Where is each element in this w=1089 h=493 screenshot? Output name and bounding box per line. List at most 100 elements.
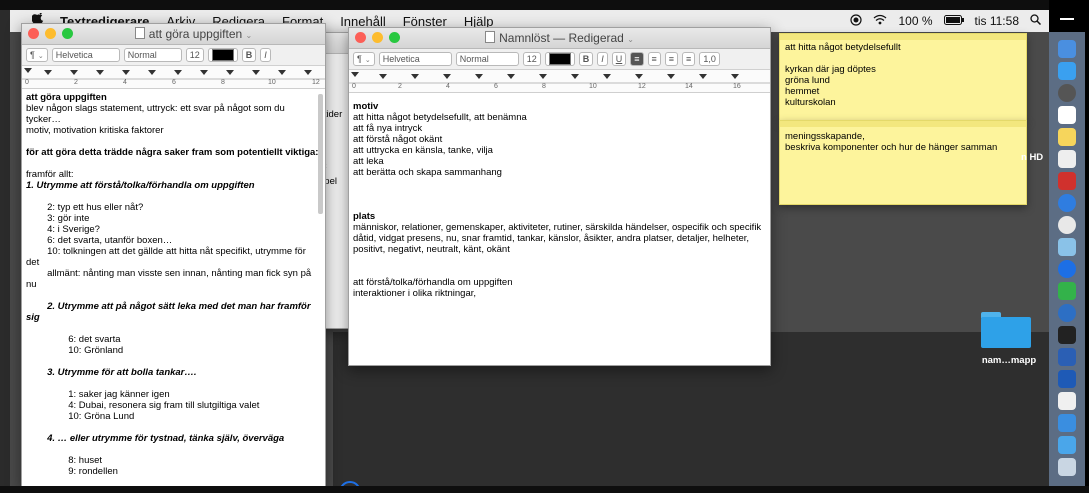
- menubar-clock[interactable]: tis 11:58: [975, 14, 1019, 28]
- battery-icon[interactable]: [943, 14, 964, 28]
- video-frame-top: [0, 0, 1089, 10]
- ruler-label: 12: [638, 83, 646, 90]
- folder-label[interactable]: nam…mapp: [974, 355, 1044, 366]
- text-line: framför allt:: [26, 169, 74, 180]
- hard-drive-label[interactable]: n HD: [1021, 152, 1043, 163]
- center-window-titlebar[interactable]: Namnlöst — Redigerad ⌄: [349, 28, 770, 49]
- ruler-label: 6: [494, 83, 498, 90]
- wifi-icon[interactable]: [873, 14, 887, 28]
- acrobat-icon[interactable]: [1058, 172, 1076, 190]
- italic-button[interactable]: I: [597, 52, 608, 66]
- minimize-icon[interactable]: [1060, 18, 1074, 20]
- finder-icon[interactable]: [1058, 40, 1076, 58]
- outlook-icon[interactable]: [1058, 370, 1076, 388]
- app-store-icon[interactable]: [1058, 62, 1076, 80]
- ruler-label: 10: [268, 79, 276, 86]
- center-document-window[interactable]: Namnlöst — Redigerad ⌄ ¶ ⌄ Helvetica Norm…: [348, 27, 771, 366]
- text-line: 6: det svarta, utanför boxen…: [26, 235, 173, 246]
- text-color-button[interactable]: [207, 48, 238, 62]
- italic-button[interactable]: I: [260, 48, 271, 62]
- chevron-down-icon: ⌄: [364, 57, 371, 64]
- magnifier-icon: [1030, 14, 1042, 26]
- battery-percent[interactable]: 100 %: [898, 14, 932, 28]
- document-text-area[interactable]: att göra uppgiften blev någon slags state…: [22, 89, 325, 486]
- folder-icon[interactable]: [981, 312, 1031, 348]
- window-title-text: Namnlöst — Redigerad: [499, 31, 624, 45]
- word-icon[interactable]: [1058, 348, 1076, 366]
- ruler[interactable]: 0 2 4 6 8 10 12 14 16: [349, 70, 770, 93]
- ruler-label: 4: [446, 83, 450, 90]
- chevron-down-icon[interactable]: ⌄: [246, 31, 253, 40]
- safari-icon[interactable]: [1058, 194, 1076, 212]
- bold-button[interactable]: B: [241, 48, 257, 62]
- text-line: 4: Dubai, resonera sig fram till slutgil…: [26, 400, 260, 411]
- justify-button[interactable]: ≡: [682, 52, 696, 66]
- text-line: att förstå något okänt: [353, 134, 443, 145]
- messages-icon[interactable]: [1058, 282, 1076, 300]
- text-line: 1. Utrymme att förstå/tolka/förhandla om…: [26, 180, 255, 191]
- bold-button[interactable]: B: [578, 52, 594, 66]
- sticky-note-text[interactable]: meningsskapande, beskriva komponenter oc…: [780, 127, 1026, 155]
- sticky-note-text[interactable]: att hitta något betydelsefullt kyrkan dä…: [780, 40, 1026, 110]
- ruler[interactable]: 0 2 4 6 8 10 12: [22, 66, 325, 89]
- text-line: att leka: [353, 156, 384, 167]
- text-line: interaktioner i olika riktningar,: [353, 288, 477, 299]
- text-line: att göra uppgiften: [26, 92, 107, 103]
- paragraph-style-button[interactable]: ¶ ⌄: [353, 52, 375, 66]
- folder-icon[interactable]: [1058, 414, 1076, 432]
- downloads-folder-icon[interactable]: [1058, 436, 1076, 454]
- scrollbar[interactable]: [318, 94, 323, 214]
- line-spacing-select[interactable]: 1,0: [699, 52, 720, 66]
- preview-icon[interactable]: [1058, 238, 1076, 256]
- font-size-select[interactable]: 12: [185, 48, 204, 62]
- chevron-down-icon[interactable]: ⌄: [627, 35, 634, 44]
- chevron-down-icon: ⌄: [37, 53, 44, 60]
- sticky-note[interactable]: meningsskapande, beskriva komponenter oc…: [779, 120, 1027, 205]
- document-text-area[interactable]: motiv att hitta något betydelsefullt, att…: [349, 93, 770, 302]
- folder-body: [981, 317, 1031, 348]
- system-app-icon[interactable]: [1058, 326, 1076, 344]
- ruler-label: 0: [25, 79, 29, 86]
- ruler-label: 8: [221, 79, 225, 86]
- left-document-window[interactable]: att göra uppgiften ⌄ ¶ ⌄ Helvetica Normal…: [21, 23, 326, 487]
- sticky-note[interactable]: att hitta något betydelsefullt kyrkan dä…: [779, 33, 1027, 121]
- ruler-label: 2: [398, 83, 402, 90]
- ruler-label: 12: [312, 79, 320, 86]
- left-window-titlebar[interactable]: att göra uppgiften ⌄: [22, 24, 325, 45]
- trash-icon[interactable]: [1058, 458, 1076, 476]
- color-swatch: [211, 49, 234, 61]
- align-center-button[interactable]: ≡: [647, 52, 661, 66]
- ruler-label: 0: [352, 83, 356, 90]
- font-family-select[interactable]: Helvetica: [378, 52, 452, 66]
- textedit-icon[interactable]: [1058, 150, 1076, 168]
- ruler-label: 4: [123, 79, 127, 86]
- format-toolbar: ¶ ⌄ Helvetica Normal 12 B I U ≡ ≡ ≡ ≡ 1,0: [349, 49, 770, 70]
- record-circle-icon: [850, 13, 863, 26]
- align-left-button[interactable]: ≡: [630, 52, 644, 66]
- font-style-select[interactable]: Normal: [455, 52, 519, 66]
- font-family-select[interactable]: Helvetica: [51, 48, 120, 62]
- font-style-select[interactable]: Normal: [123, 48, 182, 62]
- notes-icon[interactable]: [1058, 128, 1076, 146]
- font-size-select[interactable]: 12: [522, 52, 541, 66]
- calendar-icon[interactable]: [1058, 106, 1076, 124]
- app-icon[interactable]: [1058, 260, 1076, 278]
- document-icon[interactable]: [1058, 392, 1076, 410]
- align-right-button[interactable]: ≡: [664, 52, 679, 66]
- screen-record-icon[interactable]: [850, 13, 863, 29]
- paragraph-style-button[interactable]: ¶ ⌄: [26, 48, 48, 62]
- mission-control-icon[interactable]: [1058, 84, 1076, 102]
- photos-icon[interactable]: [1058, 216, 1076, 234]
- chrome-icon[interactable]: [1058, 304, 1076, 322]
- spotlight-search-icon[interactable]: [1030, 14, 1042, 28]
- text-color-button[interactable]: [544, 52, 575, 66]
- text-line: motiv: [353, 101, 379, 112]
- text-line: 3: gör inte: [26, 213, 90, 224]
- underline-button[interactable]: U: [611, 52, 627, 66]
- text-line: motiv, motivation kritiska faktorer: [26, 125, 164, 136]
